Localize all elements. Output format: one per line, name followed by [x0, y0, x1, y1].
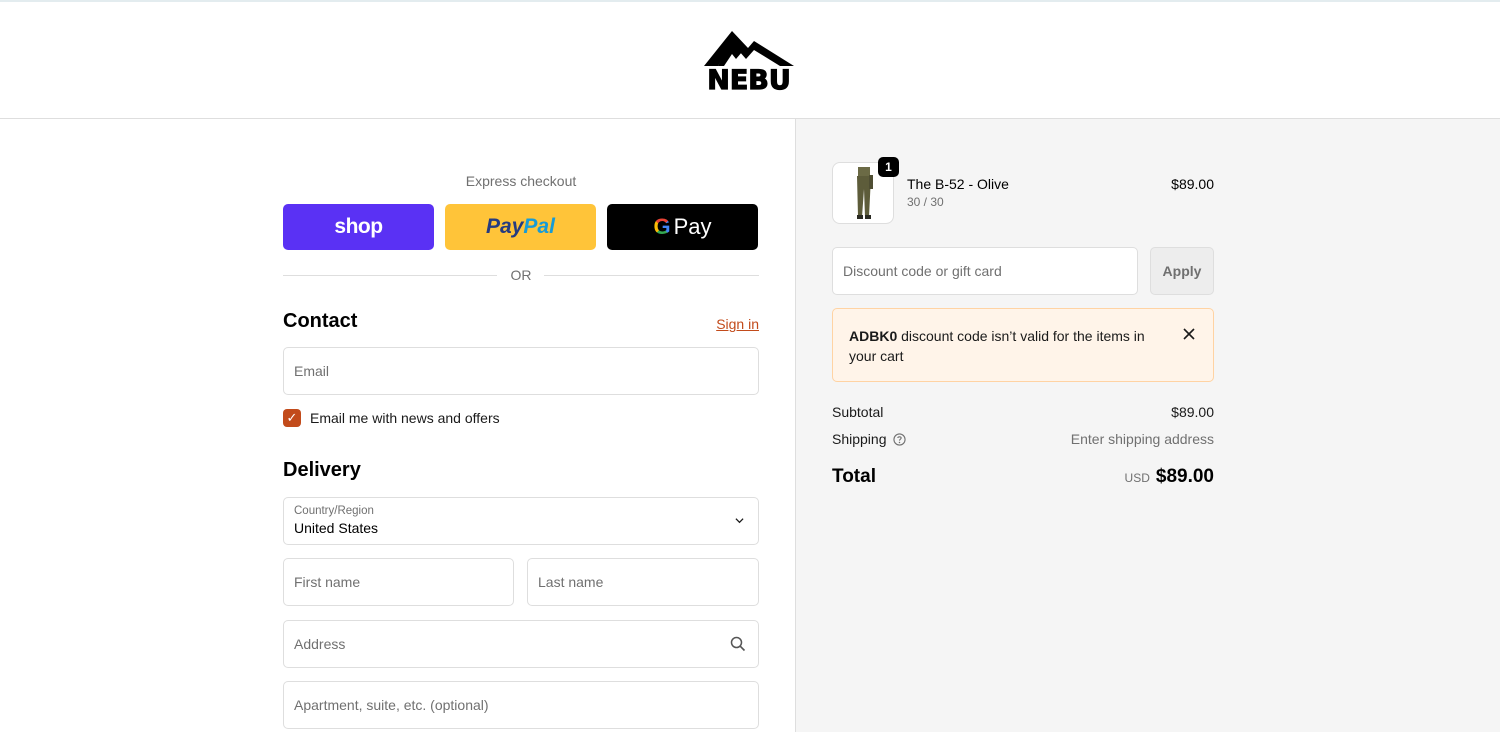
chevron-down-icon	[735, 518, 744, 524]
logo-wordmark: NEBU	[707, 65, 792, 96]
alert-discount-code: ADBK0	[849, 328, 898, 344]
email-input[interactable]	[284, 348, 758, 394]
delivery-heading: Delivery	[283, 459, 361, 481]
order-summary-column	[796, 119, 1500, 732]
shipping-label: Shipping	[832, 431, 887, 447]
newsletter-label: Email me with news and offers	[310, 410, 500, 426]
google-pay-button[interactable]: G Pay	[607, 204, 758, 250]
brand-logo[interactable]: NEBU	[702, 28, 796, 98]
mountain-logo-icon	[704, 31, 794, 66]
help-icon[interactable]	[892, 433, 906, 446]
apartment-input[interactable]	[284, 682, 758, 728]
product-variant: 30 / 30	[907, 195, 944, 209]
subtotal-label: Subtotal	[832, 404, 884, 420]
or-label: OR	[510, 267, 532, 283]
apartment-field	[283, 681, 759, 729]
shop-pay-button[interactable]: shop	[283, 204, 434, 250]
product-name: The B-52 - Olive	[907, 176, 1009, 192]
first-name-field	[283, 558, 514, 606]
first-name-input[interactable]	[284, 559, 513, 605]
country-select-value: United States	[294, 520, 379, 536]
apply-discount-button[interactable]: Apply	[1150, 247, 1214, 295]
discount-field	[832, 247, 1138, 295]
header: NEBU	[0, 2, 1500, 119]
or-divider: OR	[283, 266, 759, 286]
address-input[interactable]	[284, 621, 758, 667]
discount-error-alert: ADBK0 discount code isn’t valid for the …	[832, 308, 1214, 382]
discount-input[interactable]	[833, 248, 1137, 294]
total-value: USD $89.00	[1014, 466, 1214, 488]
sign-in-link[interactable]: Sign in	[700, 316, 759, 332]
contact-heading: Contact	[283, 310, 358, 332]
total-label: Total	[832, 466, 876, 487]
shop-pay-label: shop	[334, 215, 383, 238]
address-field	[283, 620, 759, 668]
express-checkout-label: Express checkout	[465, 173, 577, 189]
last-name-field	[527, 558, 759, 606]
checkmark-icon: ✓	[286, 410, 298, 425]
close-icon[interactable]	[1183, 328, 1195, 340]
newsletter-checkbox[interactable]: ✓	[283, 409, 301, 427]
country-select-label: Country/Region	[294, 505, 374, 517]
quantity-badge: 1	[878, 157, 899, 177]
paypal-label-pay: Pay	[486, 215, 524, 238]
paypal-label-pal: Pal	[523, 215, 555, 238]
shipping-value: Enter shipping address	[1070, 431, 1214, 447]
subtotal-value: $89.00	[1171, 404, 1214, 420]
total-amount: $89.00	[1155, 466, 1214, 487]
google-g-icon: G	[653, 214, 671, 239]
country-select[interactable]: Country/Region United States	[283, 497, 759, 545]
product-price: $89.00	[1171, 176, 1214, 192]
email-field	[283, 347, 759, 395]
google-pay-label: Pay	[673, 214, 712, 239]
search-icon[interactable]	[730, 636, 746, 652]
last-name-input[interactable]	[528, 559, 758, 605]
newsletter-option: ✓ Email me with news and offers	[283, 409, 500, 427]
paypal-button[interactable]: Pay Pal	[445, 204, 596, 250]
total-currency: USD	[1124, 471, 1150, 485]
shipping-row: Shipping	[832, 431, 906, 447]
alert-message: ADBK0 discount code isn’t valid for the …	[849, 326, 1159, 366]
